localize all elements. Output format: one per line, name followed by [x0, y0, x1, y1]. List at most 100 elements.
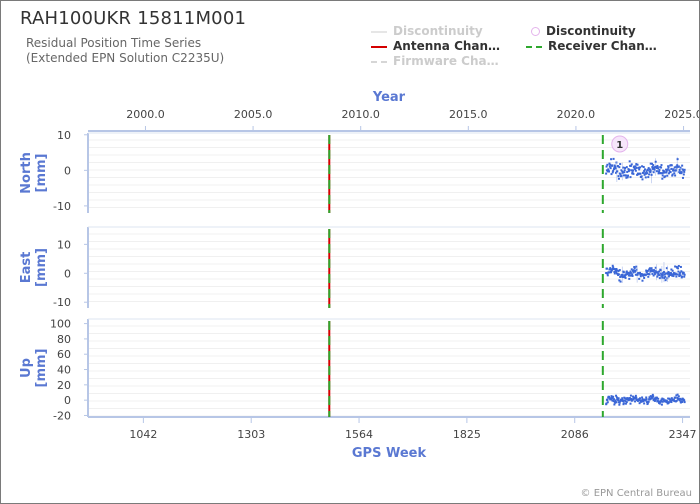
data-point [659, 269, 662, 272]
data-point [618, 166, 621, 169]
data-point [683, 401, 686, 404]
y-tick-label: 0 [64, 267, 71, 280]
credit-footer: © EPN Central Bureau [580, 488, 692, 499]
data-point [606, 401, 609, 404]
data-point [683, 170, 686, 173]
data-point [643, 276, 646, 279]
data-point [618, 269, 621, 272]
data-point [652, 164, 655, 167]
data-point [610, 173, 613, 176]
data-point [617, 273, 620, 276]
data-point [643, 168, 646, 171]
data-point [670, 401, 673, 404]
data-point [673, 172, 676, 175]
residual-series[interactable] [605, 262, 686, 284]
data-point [606, 399, 609, 402]
data-point [617, 177, 620, 180]
data-point [609, 167, 612, 170]
panel-axis-label: [mm] [34, 154, 49, 193]
year-tick-label: 2015.0 [449, 108, 488, 121]
year-axis-title: Year [372, 90, 406, 105]
data-point [658, 277, 661, 280]
data-point [629, 394, 632, 397]
data-point [667, 166, 670, 169]
data-point [623, 169, 626, 172]
data-point [642, 165, 645, 168]
data-point [647, 176, 650, 179]
data-point [648, 273, 651, 276]
gps-week-tick-label: 1564 [345, 428, 373, 441]
data-point [664, 279, 667, 282]
data-point [622, 402, 625, 405]
data-point [676, 158, 679, 161]
data-point [661, 177, 664, 180]
data-point [670, 164, 673, 167]
data-point [639, 172, 642, 175]
data-point [679, 265, 682, 268]
data-point [614, 167, 617, 170]
data-point [650, 267, 653, 270]
data-point [681, 275, 684, 278]
data-point [650, 173, 653, 176]
data-point [660, 164, 663, 167]
data-point [662, 271, 665, 274]
data-point [671, 269, 674, 272]
data-point [639, 166, 642, 169]
gps-week-tick-label: 1303 [237, 428, 265, 441]
data-point [646, 172, 649, 175]
data-point [638, 277, 641, 280]
year-tick-label: 2025.0 [664, 108, 699, 121]
y-tick-label: -20 [53, 409, 71, 422]
data-point [634, 394, 637, 397]
y-tick-label: 100 [50, 318, 71, 331]
data-point [664, 175, 667, 178]
data-point [675, 275, 678, 278]
y-tick-label: -10 [53, 200, 71, 213]
data-point [631, 169, 634, 172]
data-point [612, 157, 615, 160]
data-point [674, 174, 677, 177]
discontinuity-marker-label: 1 [616, 140, 623, 151]
data-point [676, 393, 679, 396]
panel-axis-label: Up [19, 358, 34, 378]
y-tick-label: 40 [57, 364, 71, 377]
data-point [605, 172, 608, 175]
data-point [613, 403, 616, 406]
data-point [609, 267, 612, 270]
y-tick-label: -10 [53, 296, 71, 309]
data-point [605, 165, 608, 168]
data-point [605, 267, 608, 270]
data-point [619, 163, 622, 166]
data-point [635, 396, 638, 399]
data-point [664, 275, 667, 278]
data-point [643, 402, 646, 405]
gps-week-tick-label: 2086 [561, 428, 589, 441]
data-point [641, 279, 644, 282]
data-point [647, 400, 650, 403]
data-point [683, 273, 686, 276]
data-point [616, 170, 619, 173]
data-point [641, 178, 644, 181]
data-point [655, 170, 658, 173]
data-point [630, 163, 633, 166]
data-point [624, 276, 627, 279]
plot-area[interactable]: 2000.0 2005.0 2010.0 2015.0 2020.0 2025.0 Year… [1, 1, 699, 503]
data-point [606, 163, 609, 166]
year-tick-label: 2005.0 [234, 108, 273, 121]
data-point [672, 275, 675, 278]
data-point [660, 166, 663, 169]
data-point [681, 176, 684, 179]
data-point [618, 401, 621, 404]
y-tick-label: 10 [57, 238, 71, 251]
data-point [639, 275, 642, 278]
data-point [660, 403, 663, 406]
data-point [680, 171, 683, 174]
data-point [636, 163, 639, 166]
data-point [652, 171, 655, 174]
residual-series[interactable] [605, 393, 686, 406]
data-point [674, 169, 677, 172]
y-tick-label: 80 [57, 333, 71, 346]
data-point [683, 275, 686, 278]
data-point [638, 168, 641, 171]
data-point [642, 171, 645, 174]
